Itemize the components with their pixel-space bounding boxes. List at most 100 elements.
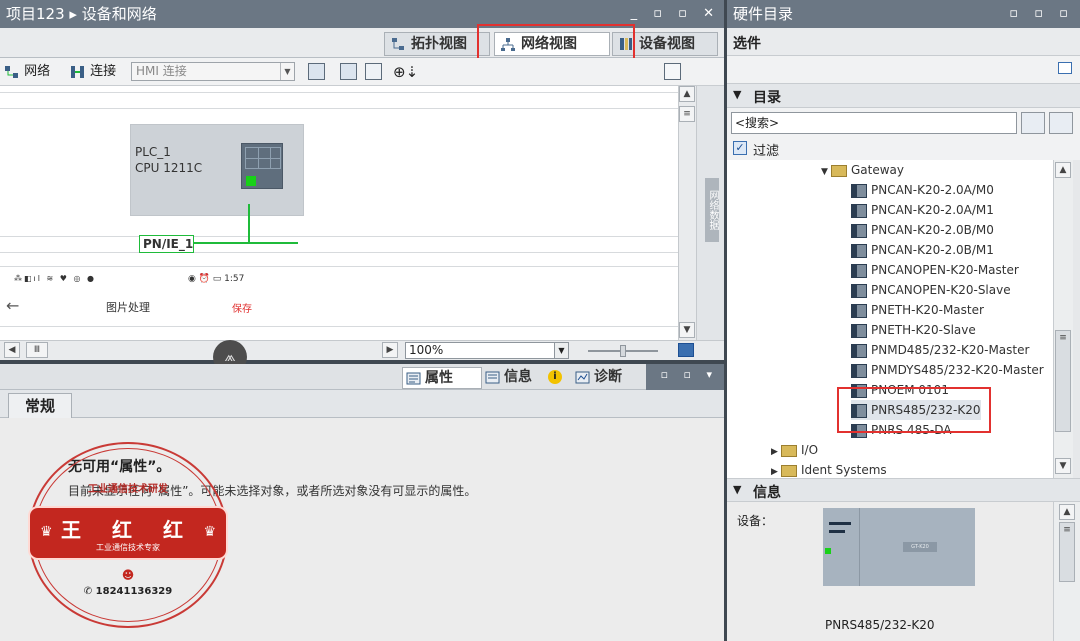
scroll-up-icon[interactable]: ▲ (679, 86, 695, 102)
search-down-icon[interactable] (1021, 112, 1045, 134)
tree-device-item[interactable]: PNCAN-K20-2.0A/M1 (851, 200, 994, 220)
catalog-search-input[interactable]: <搜索> (731, 112, 1017, 134)
subnet-label[interactable]: PN/IE_1 (139, 235, 194, 253)
scroll-down-icon[interactable]: ▼ (679, 322, 695, 338)
tree-device-item[interactable]: PNETH-K20-Slave (851, 320, 976, 340)
scroll-thumb[interactable]: ≡ (1059, 522, 1075, 582)
highlight-box-selected-device (837, 387, 991, 433)
tab-topology-view[interactable]: 拓扑视图 (384, 32, 490, 56)
catalog-search-row: <搜索> (727, 108, 1080, 138)
tab-diagnostics-label: 诊断 (594, 369, 622, 385)
device-label: 设备： (737, 514, 774, 528)
device-module-icon (851, 323, 867, 338)
info-tab-icon (485, 371, 500, 384)
device-module-icon (851, 223, 867, 238)
editor-window-controls[interactable]: _ ▫ ▫ ✕ (631, 0, 720, 28)
tree-device-label: PNCANOPEN-K20-Master (871, 263, 1019, 277)
scroll-up-icon[interactable]: ▲ (1055, 162, 1071, 178)
catalog-title: 硬件目录 (733, 5, 794, 23)
catalog-section-header[interactable]: ▼ 目录 (727, 84, 1080, 108)
options-toggle-icon[interactable] (1058, 62, 1072, 74)
profinet-port[interactable] (246, 176, 256, 186)
show-address-icon[interactable] (340, 63, 357, 80)
device-module-icon (851, 303, 867, 318)
plc-device-block[interactable]: PLC_1 CPU 1211C (130, 124, 304, 216)
tree-device-label: PNETH-K20-Slave (871, 323, 976, 337)
profinet-subnet-line[interactable] (190, 242, 298, 244)
tree-folder-gateway[interactable]: ▼ Gateway (821, 160, 904, 180)
info-section-body: 设备： GT-K20 PNRS485/232-K20 (727, 502, 1053, 641)
tree-folder-label: I/O (801, 443, 819, 457)
catalog-window-controls[interactable]: ▫ ▫ ▫ (1009, 0, 1074, 28)
plc-name: PLC_1 (135, 145, 171, 159)
network-overview-icon[interactable] (308, 63, 325, 80)
search-up-icon[interactable] (1049, 112, 1073, 134)
info-header-label: 信息 (753, 485, 781, 501)
canvas-horizontal-scrollbar[interactable]: ◀ Ⅲ ▶ 100% ▼ (0, 340, 724, 360)
network-mode-button[interactable]: 网络 (4, 62, 50, 82)
tree-folder-ident[interactable]: ▶ Ident Systems (771, 460, 887, 478)
phone-status-icons: ⁂◧ıl ≋ ♥ ◎ ● (14, 274, 97, 283)
tab-general[interactable]: 常规 (8, 393, 72, 419)
overview-navigation-icon[interactable] (678, 343, 694, 357)
filter-checkbox[interactable]: ✓ (733, 141, 747, 155)
info-section-header[interactable]: ▼ 信息 (727, 478, 1080, 502)
scroll-down-icon[interactable]: ▼ (1055, 458, 1071, 474)
network-canvas[interactable]: PLC_1 CPU 1211C PN/IE_1 ⁂◧ıl ≋ ♥ ◎ ● ◉ ⏰… (0, 86, 678, 340)
info-vertical-scrollbar[interactable]: ▲ ≡ (1053, 502, 1080, 641)
inspector-subtab-row: 常规 (0, 390, 724, 419)
table-view-icon[interactable] (365, 63, 382, 80)
back-arrow-icon[interactable]: ← (6, 296, 19, 315)
crown-icon: ♛ (203, 524, 216, 540)
inspector-window-controls[interactable]: ▫ ▫ ▾ (661, 368, 718, 381)
tree-device-item[interactable]: PNCANOPEN-K20-Master (851, 260, 1019, 280)
tab-diagnostics[interactable]: 诊断 (572, 367, 642, 389)
hmi-connection-select[interactable]: HMI 连接 ▼ (131, 62, 295, 81)
tree-folder-label: Gateway (851, 163, 905, 177)
scroll-menu-icon[interactable]: ≡ (679, 106, 695, 122)
canvas-vertical-scrollbar[interactable]: ▲ ≡ ▼ (678, 86, 696, 340)
folder-icon (781, 464, 797, 477)
tree-device-item[interactable]: PNMD485/232-K20-Master (851, 340, 1029, 360)
tab-device-label: 设备视图 (639, 36, 695, 52)
filter-row: ✓ 过滤 (727, 138, 1080, 160)
network-data-tab[interactable]: 网络数据 (705, 178, 719, 242)
options-area (727, 56, 1080, 84)
tree-device-item[interactable]: PNCANOPEN-K20-Slave (851, 280, 1011, 300)
connection-mode-button[interactable]: 连接 (70, 62, 116, 82)
tree-folder-io[interactable]: ▶ I/O (771, 440, 818, 460)
tree-device-item[interactable]: PNETH-K20-Master (851, 300, 984, 320)
scroll-thumb[interactable]: Ⅲ (26, 342, 48, 358)
connection-icon (71, 65, 84, 78)
tree-device-item[interactable]: PNCAN-K20-2.0A/M0 (851, 180, 994, 200)
tree-device-item[interactable]: PNCAN-K20-2.0B/M1 (851, 240, 994, 260)
save-link[interactable]: 保存 (232, 300, 252, 315)
zoom-slider-thumb[interactable] (620, 345, 626, 357)
zoom-select[interactable]: 100% ▼ (405, 342, 569, 359)
tree-device-label: PNCAN-K20-2.0A/M1 (871, 203, 994, 217)
stamp-name: 王 红 红 (61, 518, 195, 542)
tree-device-item[interactable]: PNMDYS485/232-K20-Master (851, 360, 1044, 380)
tree-device-item[interactable]: PNCAN-K20-2.0B/M0 (851, 220, 994, 240)
info-circle-icon: i (548, 370, 562, 384)
folder-icon (781, 444, 797, 457)
zoom-icon[interactable]: ⊕⇣ (393, 62, 418, 82)
scroll-left-icon[interactable]: ◀ (4, 342, 20, 358)
network-toolbar: 网络 连接 HMI 连接 ▼ ⊕⇣ (0, 58, 724, 86)
tree-device-label: PNCANOPEN-K20-Slave (871, 283, 1011, 297)
zoom-value: 100% (409, 343, 444, 357)
catalog-header-label: 目录 (753, 90, 781, 106)
tab-info-label: 信息 (504, 369, 532, 385)
stamp-title: 工业通信技术专家 (96, 543, 160, 552)
tab-properties[interactable]: 属性 (402, 367, 482, 389)
scroll-up-icon[interactable]: ▲ (1059, 504, 1075, 520)
scroll-right-icon[interactable]: ▶ (382, 342, 398, 358)
inspector-controls-bar: ▫ ▫ ▾ (646, 364, 724, 390)
scroll-thumb[interactable]: ≡ (1055, 330, 1071, 432)
layout-options-icon[interactable] (664, 63, 681, 80)
caret-right-icon: ▶ (771, 447, 778, 457)
connection-mode-label: 连接 (90, 64, 117, 79)
tree-vertical-scrollbar[interactable]: ▲ ≡ ▼ (1053, 160, 1073, 478)
phone-status-time: ◉ ⏰ ▭ 1:57 (188, 274, 245, 284)
hmi-connection-value: HMI 连接 (136, 64, 187, 78)
